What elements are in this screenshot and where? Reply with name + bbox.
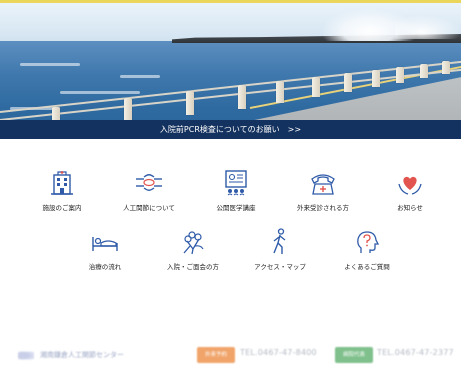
menu-label: アクセス・マップ [254,263,306,271]
center-name: 湘南鎌倉人工関節センター [40,351,124,359]
joint-icon [136,174,162,191]
menu-facility-guide[interactable]: 施設のご案内 [17,170,107,212]
hospital-phone-link[interactable]: TEL.0467-47-2377 [377,348,454,357]
menu-label: 公開医学講座 [216,204,256,212]
flower-bouquet-icon [183,231,204,255]
menu-outpatient[interactable]: 外来受診される方 [278,170,368,212]
banner-text: 入院前PCR検査についてのお願い [159,125,280,134]
bed-icon [92,237,118,251]
footer-bar: 湘南鎌倉人工関節センター 外来予約 TEL.0467-47-8400 病院代表 … [0,338,461,375]
hero-image [0,3,461,138]
center-logo-icon [18,350,34,361]
lecture-board-icon [225,170,247,196]
hospital-badge: 病院代表 [335,347,373,363]
menu-label: 入院・ご面会の方 [167,263,219,271]
telephone-icon [311,174,335,195]
menu-label: 施設のご案内 [42,204,82,212]
menu-medical-lecture[interactable]: 公開医学講座 [191,169,281,212]
pcr-test-notice-banner[interactable]: 入院前PCR検査についてのお願い >> [0,120,461,139]
menu-label: よくあるご質問 [344,263,390,271]
reservation-badge: 外来予約 [197,347,235,363]
walking-person-icon [273,228,286,254]
building-icon [51,171,73,195]
menu-news[interactable]: お知らせ [365,170,455,212]
menu-label: 人工関節について [123,204,175,212]
banner-arrow: >> [287,125,302,134]
head-question-icon [357,231,380,253]
menu-admission-visit[interactable]: 入院・ご面会の方 [148,229,238,271]
heart-hands-icon [398,176,422,195]
menu-label: 治療の流れ [88,263,122,271]
menu-treatment-flow[interactable]: 治療の流れ [60,229,150,271]
reservation-phone-link[interactable]: TEL.0467-47-8400 [240,348,317,357]
menu-artificial-joint[interactable]: 人工関節について [104,170,194,212]
menu-label: 外来受診される方 [297,204,349,212]
menu-label: お知らせ [397,204,423,212]
menu-faq[interactable]: よくあるご質問 [322,229,412,271]
menu-access-map[interactable]: アクセス・マップ [235,228,325,271]
